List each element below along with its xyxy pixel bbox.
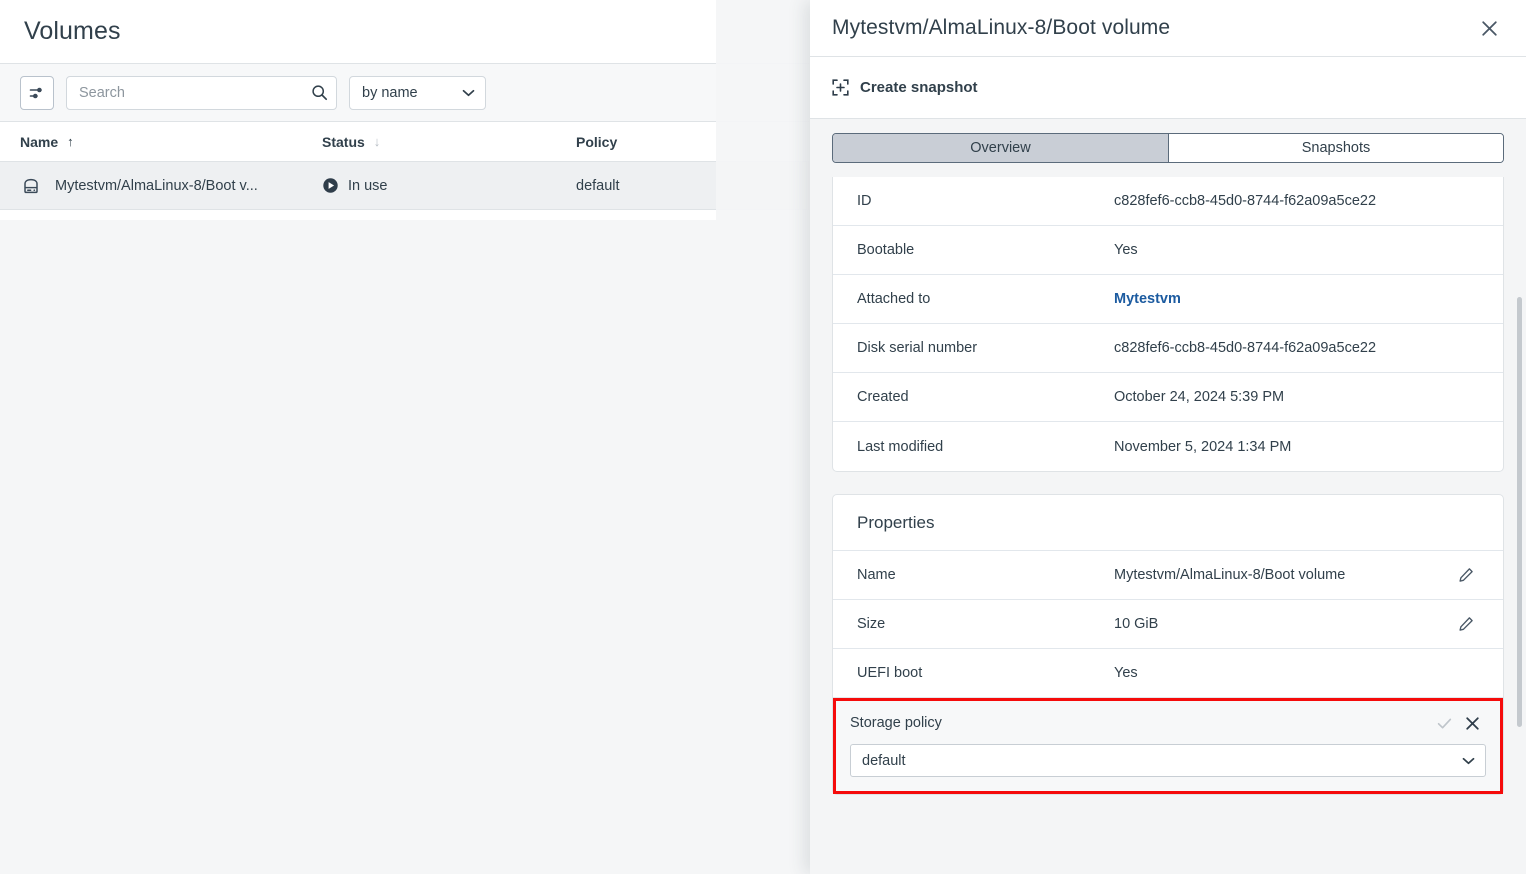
drawer-scrollbar-thumb[interactable] [1517,297,1522,727]
detail-row-attached-to: Attached to Mytestvm [833,275,1503,324]
tab-group: Overview Snapshots [832,133,1504,163]
create-snapshot-icon [832,79,849,96]
detail-row-last-modified: Last modified November 5, 2024 1:34 PM [833,422,1503,471]
detail-row-id: ID c828fef6-ccb8-45d0-8744-f62a09a5ce22 [833,177,1503,226]
detail-row-disk-serial-number: Disk serial number c828fef6-ccb8-45d0-87… [833,324,1503,373]
detail-row-bootable: Bootable Yes [833,226,1503,275]
detail-label-disk-serial-number: Disk serial number [857,340,1114,356]
pencil-icon [1458,567,1474,583]
drawer-actions: Create snapshot [810,57,1526,119]
storage-policy-select-wrap: default [850,744,1486,777]
disk-icon [20,175,42,197]
column-header-status[interactable]: Status ↓ [322,134,576,150]
property-label-uefi-boot: UEFI boot [857,665,1114,681]
detail-value-attached-to-link[interactable]: Mytestvm [1114,291,1479,307]
drawer-tabbar: Overview Snapshots [810,119,1526,177]
detail-value-created: October 24, 2024 5:39 PM [1114,389,1479,405]
property-row-size: Size 10 GiB [833,600,1503,649]
property-row-storage-policy: Storage policy [833,698,1503,794]
property-value-uefi-boot: Yes [1114,665,1453,681]
accept-storage-policy-button[interactable] [1430,715,1458,732]
tab-overview[interactable]: Overview [833,134,1168,162]
close-icon [1464,715,1481,732]
cell-name: Mytestvm/AlmaLinux-8/Boot v... [20,175,322,197]
sort-by-label: by name [362,85,418,101]
detail-value-disk-serial-number: c828fef6-ccb8-45d0-8744-f62a09a5ce22 [1114,340,1479,356]
detail-row-created: Created October 24, 2024 5:39 PM [833,373,1503,422]
detail-value-last-modified: November 5, 2024 1:34 PM [1114,439,1479,455]
in-use-icon [322,177,339,194]
create-snapshot-button[interactable]: Create snapshot [832,79,978,96]
property-value-size: 10 GiB [1114,616,1453,632]
cell-status: In use [322,177,576,194]
detail-label-last-modified: Last modified [857,439,1114,455]
storage-policy-edit-highlight: Storage policy [833,698,1503,794]
chevron-down-icon [462,89,475,97]
detail-label-created: Created [857,389,1114,405]
details-card: Status In use ID [832,177,1504,472]
storage-policy-select[interactable]: default [850,744,1486,777]
sort-by-select-visible[interactable]: by name [349,76,486,110]
search-input-visible[interactable] [66,76,337,110]
detail-label-bootable: Bootable [857,242,1114,258]
search-field-visible[interactable] [66,76,337,110]
property-label-size: Size [857,616,1114,632]
volume-details-drawer: Mytestvm/AlmaLinux-8/Boot volume [810,0,1526,874]
detail-value-bootable: Yes [1114,242,1479,258]
create-snapshot-label: Create snapshot [860,79,978,96]
storage-policy-edit-header: Storage policy [850,710,1486,736]
property-row-uefi-boot: UEFI boot Yes [833,649,1503,698]
close-button[interactable] [1474,13,1504,43]
chevron-down-icon [1462,757,1475,765]
storage-policy-selected-value: default [862,753,906,769]
properties-title: Properties [833,495,1503,551]
drawer-body: Status In use ID [810,177,1526,874]
tab-snapshots[interactable]: Snapshots [1168,134,1503,162]
app-root: Volumes [0,0,1526,874]
cancel-storage-policy-button[interactable] [1458,715,1486,732]
storage-policy-label: Storage policy [850,715,1430,731]
close-icon [1480,19,1499,38]
search-icon[interactable] [309,83,329,103]
filter-button-visible[interactable] [20,76,54,110]
property-label-name: Name [857,567,1114,583]
check-icon [1436,715,1453,732]
sort-descending-icon: ↓ [374,135,381,148]
tab-overview-label: Overview [970,140,1030,156]
drawer-scroll-region[interactable]: Status In use ID [832,177,1504,874]
column-header-name[interactable]: Name ↑ [20,134,322,150]
page-title-visible: Volumes [24,17,121,46]
edit-size-button[interactable] [1453,616,1479,632]
detail-label-attached-to: Attached to [857,291,1114,307]
property-row-name: Name Mytestvm/AlmaLinux-8/Boot volume [833,551,1503,600]
detail-label-id: ID [857,193,1114,209]
drawer-title: Mytestvm/AlmaLinux-8/Boot volume [832,16,1474,40]
drawer-header: Mytestvm/AlmaLinux-8/Boot volume [810,0,1526,57]
properties-card: Properties Name Mytestvm/AlmaLinux-8/Boo… [832,494,1504,795]
drawer-scrollbar[interactable] [1517,177,1522,874]
sliders-icon [28,84,46,102]
property-value-name: Mytestvm/AlmaLinux-8/Boot volume [1114,567,1453,583]
sort-ascending-icon: ↑ [67,135,74,148]
detail-value-id: c828fef6-ccb8-45d0-8744-f62a09a5ce22 [1114,193,1479,209]
tab-snapshots-label: Snapshots [1302,140,1371,156]
edit-name-button[interactable] [1453,567,1479,583]
pencil-icon [1458,616,1474,632]
